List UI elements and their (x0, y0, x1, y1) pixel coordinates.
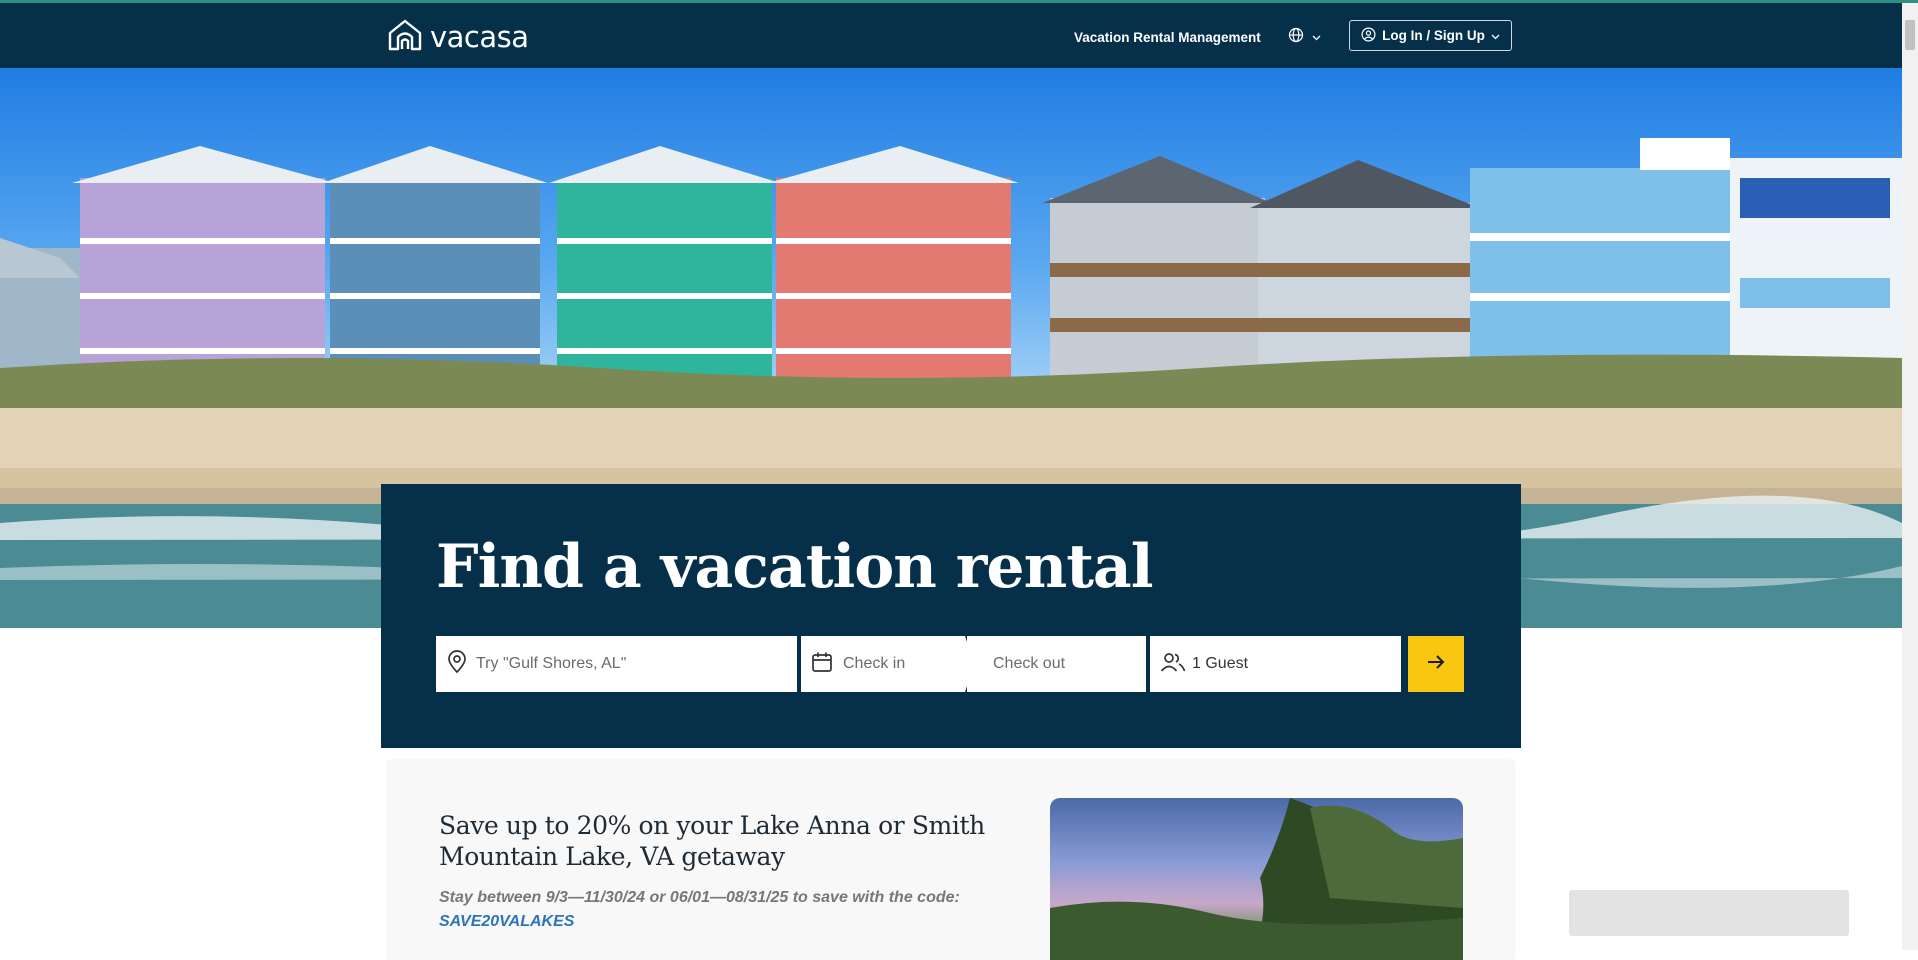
login-label: Log In / Sign Up (1382, 28, 1485, 43)
checkin-label: Check in (843, 655, 906, 672)
logo-text: vacasa (430, 20, 529, 54)
search-submit-button[interactable] (1408, 636, 1464, 692)
users-icon (1160, 651, 1186, 678)
scrollbar-thumb[interactable] (1905, 20, 1915, 50)
search-panel: Find a vacation rental Try "Gulf Shores,… (381, 484, 1521, 748)
notification-toast (1569, 890, 1849, 936)
guests-selector[interactable]: 1 Guest (1150, 636, 1401, 692)
chevron-down-icon (1491, 28, 1500, 43)
guests-label: 1 Guest (1192, 655, 1249, 672)
calendar-icon (811, 651, 833, 678)
location-placeholder: Try "Gulf Shores, AL" (476, 655, 627, 672)
map-pin-icon (446, 649, 468, 679)
chevron-down-icon (1312, 30, 1321, 44)
checkin-field[interactable]: Check in (801, 636, 967, 692)
vacasa-logo[interactable]: vacasa (388, 18, 529, 56)
checkout-label: Check out (993, 655, 1066, 672)
globe-icon (1288, 27, 1304, 46)
top-navigation: vacasa Vacation Rental Management Log In… (0, 3, 1918, 68)
promo-code: SAVE20VALAKES (439, 913, 575, 930)
arrow-right-icon (1426, 653, 1446, 676)
login-signup-button[interactable]: Log In / Sign Up (1349, 20, 1512, 51)
language-selector[interactable] (1288, 27, 1321, 46)
promo-description: Stay between 9/3—11/30/24 or 06/01—08/31… (439, 886, 999, 934)
promo-title: Save up to 20% on your Lake Anna or Smit… (439, 811, 985, 871)
promo-lake-image (1050, 798, 1463, 960)
location-search-input[interactable]: Try "Gulf Shores, AL" (436, 636, 797, 692)
checkout-field[interactable]: Check out (967, 636, 1146, 692)
user-circle-icon (1361, 27, 1376, 45)
promo-card: Save up to 20% on your Lake Anna or Smit… (389, 760, 1513, 960)
vacation-rental-management-link[interactable]: Vacation Rental Management (1074, 30, 1261, 45)
page-scrollbar[interactable] (1902, 3, 1918, 950)
house-outline-icon (388, 19, 422, 56)
page-title: Find a vacation rental (436, 532, 1154, 602)
promo-description-text: Stay between 9/3—11/30/24 or 06/01—08/31… (439, 889, 960, 906)
